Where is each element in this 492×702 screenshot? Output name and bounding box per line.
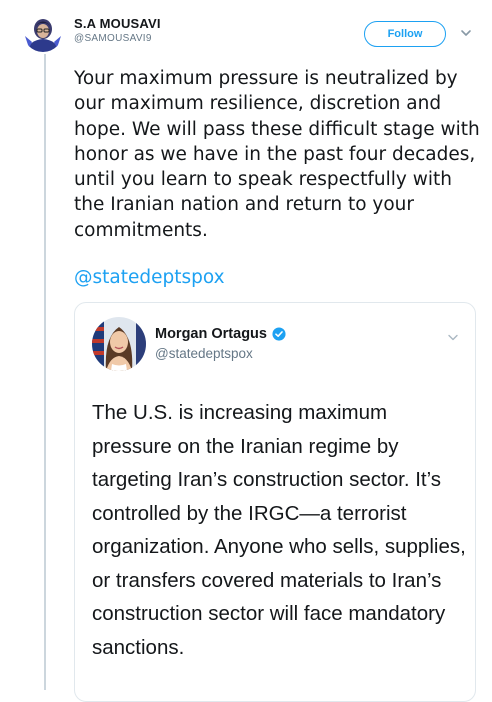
author-handle[interactable]: @SAMOUSAVI9	[74, 32, 161, 46]
tweet-text: Your maximum pressure is neutralized by …	[74, 68, 480, 241]
follow-button[interactable]: Follow	[364, 21, 446, 47]
chevron-down-icon[interactable]	[447, 333, 459, 342]
quoted-tweet-text: The U.S. is increasing maximum pressure …	[92, 401, 466, 659]
tweet-author[interactable]: S.A MOUSAVI @SAMOUSAVI9	[74, 16, 161, 46]
quoted-author-avatar[interactable]	[92, 317, 146, 371]
author-name[interactable]: S.A MOUSAVI	[74, 16, 161, 32]
profile-avatar-icon[interactable]	[23, 12, 63, 52]
mention-link[interactable]: @statedeptspox	[74, 265, 225, 290]
quoted-author-name[interactable]: Morgan Ortagus	[155, 325, 267, 343]
quoted-tweet-card[interactable]: Morgan Ortagus @statedeptspox The U.S. i…	[74, 302, 476, 702]
verified-badge-icon	[272, 327, 286, 341]
chevron-down-icon[interactable]	[460, 28, 472, 38]
quoted-author-handle[interactable]: @statedeptspox	[155, 345, 253, 363]
thread-connector-line	[44, 54, 46, 690]
